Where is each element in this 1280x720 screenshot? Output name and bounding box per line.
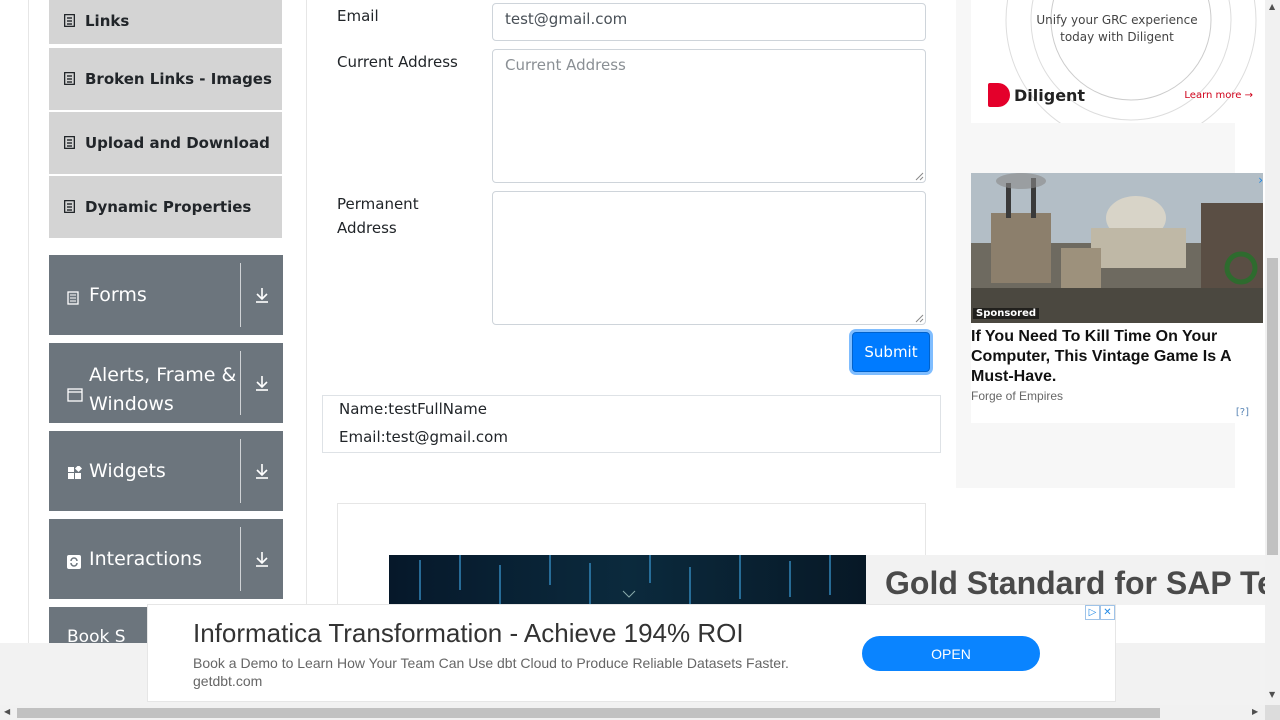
sidebar-item-broken-links[interactable]: Broken Links - Images: [49, 48, 282, 112]
download-arrow-icon[interactable]: [241, 255, 283, 335]
list-icon: [64, 72, 77, 86]
bottom-ad-title[interactable]: Informatica Transformation - Achieve 194…: [193, 618, 744, 649]
grc-text: Unify your GRC experience today with Dil…: [971, 12, 1263, 46]
scroll-right-icon[interactable]: ▶: [1252, 707, 1258, 716]
download-arrow-icon[interactable]: [241, 431, 283, 511]
email-label: Email: [337, 7, 379, 25]
banner-text: Gold Standard for SAP Tes: [885, 565, 1280, 601]
ad-badges: ▷ ✕: [1085, 605, 1115, 620]
sidebar-item-label: Upload and Download: [85, 134, 270, 152]
diligent-logo: Diligent: [988, 83, 1085, 107]
grc-line1: Unify your GRC experience: [1036, 13, 1198, 27]
sidebar-group-label: Alerts, Frame & Windows: [89, 361, 236, 419]
sidebar-right-border: [306, 0, 307, 643]
game-ad-card[interactable]: Sponsored › If You Need To Kill Time On …: [971, 173, 1263, 423]
current-address-label: Current Address: [337, 53, 458, 71]
grc-line2: today with Diligent: [1060, 30, 1174, 44]
list-icon: [64, 200, 77, 214]
list-icon: [64, 14, 77, 28]
download-arrow-icon[interactable]: [241, 343, 283, 423]
sidebar-group-label: Interactions: [89, 548, 202, 570]
output-name: Name:testFullName: [339, 400, 488, 418]
ad-info-icon[interactable]: ›: [1258, 173, 1263, 187]
sidebar-group-label: Forms: [89, 284, 147, 306]
vertical-scroll-thumb[interactable]: [1267, 258, 1278, 555]
vertical-scrollbar[interactable]: ▲ ▼: [1265, 0, 1280, 705]
game-ad-source: Forge of Empires: [971, 389, 1064, 403]
sidebar-item-dynamic-properties[interactable]: Dynamic Properties: [49, 176, 282, 240]
diligent-brand: Diligent: [1014, 85, 1086, 105]
bottom-ad-description: Book a Demo to Learn How Your Team Can U…: [193, 655, 789, 671]
current-address-textarea[interactable]: Current Address: [492, 49, 926, 183]
sidebar-item-label: Links: [85, 12, 130, 30]
sidebar-item-links[interactable]: Links: [49, 0, 282, 46]
document-icon: [67, 288, 81, 305]
horizontal-scrollbar[interactable]: ◀ ▶: [0, 705, 1265, 720]
sidebar-item-label: Dynamic Properties: [85, 198, 252, 216]
permanent-address-label-line2: Address: [337, 219, 397, 237]
city-scene-graphic: [971, 173, 1263, 323]
widgets-icon: [67, 464, 83, 479]
sponsored-badge: Sponsored: [973, 308, 1040, 319]
interactions-icon: [67, 552, 81, 569]
list-icon: [64, 136, 77, 150]
ad-info-link[interactable]: [?]: [1236, 407, 1249, 418]
matrix-graphic: [419, 555, 831, 605]
game-ad-title[interactable]: If You Need To Kill Time On Your Compute…: [971, 327, 1241, 387]
scrollbar-corner: [1265, 705, 1280, 720]
scroll-down-icon[interactable]: ▼: [1269, 690, 1275, 699]
scroll-left-icon[interactable]: ◀: [4, 707, 10, 716]
permanent-address-label-line1: Permanent: [337, 195, 419, 213]
game-ad-image: Sponsored: [971, 173, 1263, 323]
email-field[interactable]: test@gmail.com: [492, 3, 926, 41]
bottom-ad[interactable]: Informatica Transformation - Achieve 194…: [147, 604, 1116, 702]
sidebar-group-widgets[interactable]: Widgets: [49, 431, 283, 511]
banner-image: [389, 555, 866, 605]
diligent-ad[interactable]: Unify your GRC experience today with Dil…: [971, 0, 1263, 123]
page-left-border: [28, 0, 29, 643]
resize-grip-icon[interactable]: [914, 171, 924, 181]
permanent-address-label: Permanent Address: [337, 192, 419, 240]
window-icon: [67, 385, 83, 402]
current-address-placeholder: Current Address: [505, 56, 626, 74]
sidebar-group-forms[interactable]: Forms: [49, 255, 283, 335]
sap-banner-ad[interactable]: Gold Standard for SAP Tes: [389, 555, 1280, 605]
sidebar-group-label: Widgets: [89, 460, 166, 482]
close-icon[interactable]: ✕: [1100, 605, 1115, 620]
submit-button[interactable]: Submit: [852, 332, 930, 372]
bottom-ad-url: getdbt.com: [193, 673, 263, 689]
sidebar-item-upload-download[interactable]: Upload and Download: [49, 112, 282, 176]
resize-grip-icon[interactable]: [914, 313, 924, 323]
sidebar-group-label-line1: Alerts, Frame &: [89, 364, 237, 386]
output-email: Email:test@gmail.com: [339, 428, 508, 446]
permanent-address-textarea[interactable]: [492, 191, 926, 325]
horizontal-scroll-thumb[interactable]: [17, 708, 1160, 718]
output-box: Name:testFullName Email:test@gmail.com: [322, 395, 941, 453]
bottom-ad-open-button[interactable]: OPEN: [862, 636, 1040, 671]
sidebar-group-label-line2: Windows: [89, 393, 174, 415]
diligent-mark-icon: [988, 83, 1010, 107]
sidebar-item-label: Broken Links - Images: [85, 70, 272, 88]
scroll-up-icon[interactable]: ▲: [1269, 2, 1275, 11]
download-arrow-icon[interactable]: [241, 519, 283, 599]
adchoices-icon[interactable]: ▷: [1085, 605, 1100, 620]
sidebar-group-alerts[interactable]: Alerts, Frame & Windows: [49, 343, 283, 423]
sidebar-group-interactions[interactable]: Interactions: [49, 519, 283, 599]
learn-more-link[interactable]: Learn more →: [1184, 90, 1253, 101]
